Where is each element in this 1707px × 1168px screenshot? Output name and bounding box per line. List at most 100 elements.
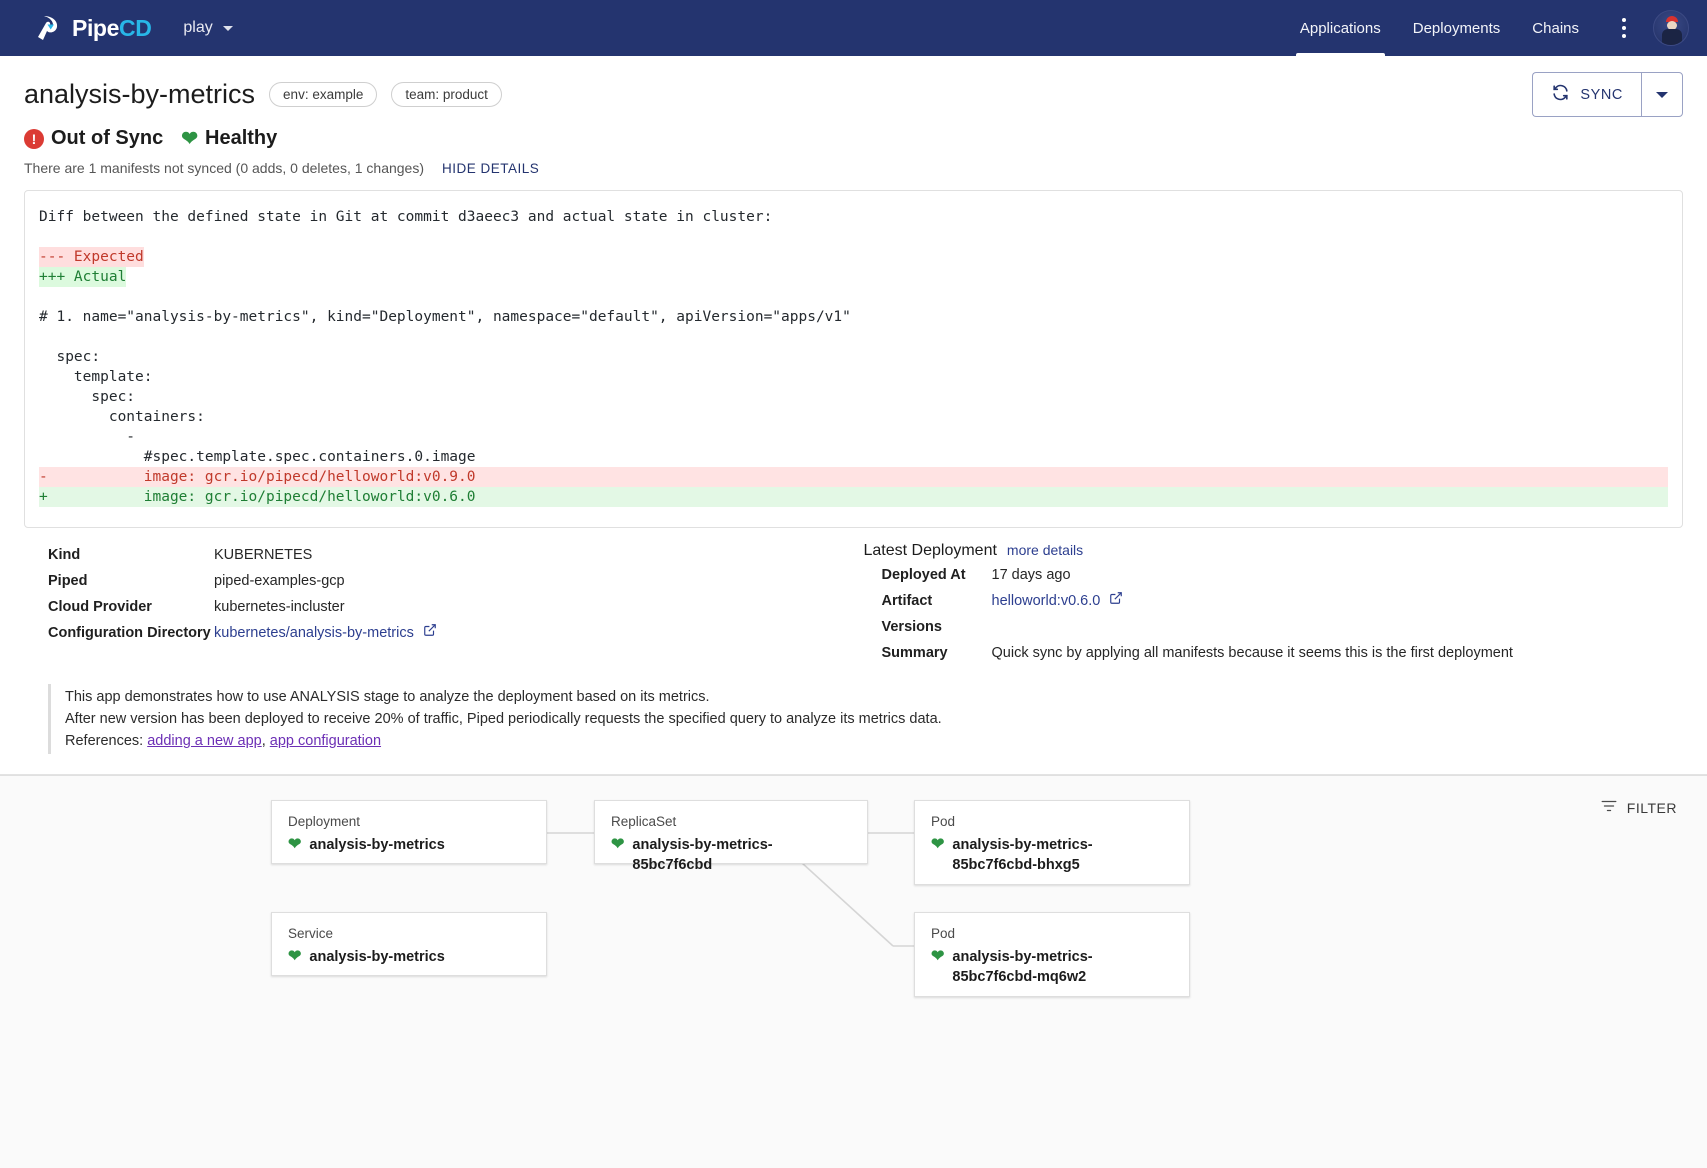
references-label: References: bbox=[65, 733, 147, 749]
node-name: analysis-by-metrics bbox=[309, 947, 444, 967]
logo-text: PipeCD bbox=[72, 15, 151, 42]
project-name: play bbox=[183, 19, 212, 37]
diff-context-line: spec: bbox=[39, 349, 100, 365]
heart-icon: ❤ bbox=[288, 835, 301, 855]
external-link-icon bbox=[1109, 588, 1123, 614]
graph-node-pod-1[interactable]: Pod ❤ analysis-by-metrics-85bc7f6cbd-bhx… bbox=[914, 800, 1190, 885]
error-circle-icon: ! bbox=[24, 129, 44, 149]
graph-node-deployment[interactable]: Deployment ❤ analysis-by-metrics bbox=[271, 800, 547, 864]
nav-item-deployments[interactable]: Deployments bbox=[1397, 0, 1517, 56]
sync-detail-line: There are 1 manifests not synced (0 adds… bbox=[24, 160, 1683, 176]
nav-item-chains[interactable]: Chains bbox=[1516, 0, 1595, 56]
graph-node-replicaset[interactable]: ReplicaSet ❤ analysis-by-metrics-85bc7f6… bbox=[594, 800, 868, 864]
node-kind: Deployment bbox=[288, 814, 530, 829]
page-title: analysis-by-metrics bbox=[24, 79, 255, 110]
health-status: ❤ Healthy bbox=[181, 127, 277, 150]
main-nav: Applications Deployments Chains bbox=[1284, 0, 1689, 56]
meta-label: Piped bbox=[48, 568, 214, 594]
chevron-down-icon bbox=[1656, 92, 1668, 98]
diff-expected-marker: --- Expected bbox=[39, 247, 144, 267]
sync-icon bbox=[1551, 83, 1570, 106]
deployment-label: Artifact Versions bbox=[882, 588, 992, 640]
deployment-row-summary: Summary Quick sync by applying all manif… bbox=[864, 640, 1660, 666]
nav-item-applications[interactable]: Applications bbox=[1284, 0, 1397, 56]
nav-label: Applications bbox=[1300, 20, 1381, 37]
description-line-2: After new version has been deployed to r… bbox=[65, 708, 1659, 730]
heart-icon: ❤ bbox=[931, 947, 944, 987]
sync-options-button[interactable] bbox=[1641, 72, 1683, 117]
application-description: This app demonstrates how to use ANALYSI… bbox=[48, 684, 1659, 754]
application-detail-panel: analysis-by-metrics env: example team: p… bbox=[0, 56, 1707, 775]
node-kind: Pod bbox=[931, 926, 1173, 941]
diff-viewer[interactable]: Diff between the defined state in Git at… bbox=[24, 190, 1683, 528]
node-kind: Pod bbox=[931, 814, 1173, 829]
latest-deployment-header: Latest Deployment more details bbox=[864, 542, 1660, 560]
diff-context-line: #spec.template.spec.containers.0.image bbox=[39, 449, 476, 465]
deployment-row-artifact-versions: Artifact Versions helloworld:v0.6.0 bbox=[864, 588, 1660, 640]
filter-icon bbox=[1600, 797, 1618, 818]
reference-separator: , bbox=[262, 733, 270, 749]
meta-value: kubernetes/analysis-by-metrics bbox=[214, 620, 437, 646]
heart-icon: ❤ bbox=[931, 835, 944, 875]
health-status-label: Healthy bbox=[205, 127, 277, 150]
node-kind: Service bbox=[288, 926, 530, 941]
more-vertical-icon[interactable] bbox=[1609, 8, 1639, 48]
node-name-row: ❤ analysis-by-metrics bbox=[288, 835, 530, 855]
avatar[interactable] bbox=[1653, 10, 1689, 46]
project-selector[interactable]: play bbox=[183, 19, 232, 37]
graph-node-service[interactable]: Service ❤ analysis-by-metrics bbox=[271, 912, 547, 976]
diff-intro: Diff between the defined state in Git at… bbox=[39, 209, 772, 225]
node-name: analysis-by-metrics-85bc7f6cbd bbox=[632, 835, 851, 875]
deployment-value: 17 days ago bbox=[992, 562, 1071, 588]
reference-link-adding-a-new-app[interactable]: adding a new app bbox=[147, 733, 262, 749]
chip-env: env: example bbox=[269, 82, 377, 107]
node-name: analysis-by-metrics bbox=[309, 835, 444, 855]
external-link-icon bbox=[423, 620, 437, 646]
sync-button[interactable]: SYNC bbox=[1532, 72, 1641, 117]
diff-manifest-header: # 1. name="analysis-by-metrics", kind="D… bbox=[39, 309, 851, 325]
meta-label: Cloud Provider bbox=[48, 594, 214, 620]
node-name-row: ❤ analysis-by-metrics-85bc7f6cbd-bhxg5 bbox=[931, 835, 1173, 875]
sync-status-label: Out of Sync bbox=[51, 127, 163, 150]
panel-footer-spacer bbox=[24, 754, 1683, 774]
deployment-value: Quick sync by applying all manifests bec… bbox=[992, 640, 1513, 666]
node-name-row: ❤ analysis-by-metrics bbox=[288, 947, 530, 967]
application-metadata: Kind KUBERNETES Piped piped-examples-gcp… bbox=[48, 542, 840, 666]
artifact-version-link[interactable]: helloworld:v0.6.0 bbox=[992, 593, 1101, 609]
filter-button[interactable]: FILTER bbox=[1592, 791, 1685, 824]
app-logo[interactable]: PipeCD bbox=[34, 13, 151, 43]
deployment-label: Summary bbox=[882, 640, 992, 666]
heart-icon: ❤ bbox=[288, 947, 301, 967]
latest-deployment-title: Latest Deployment bbox=[864, 542, 997, 560]
status-row: ! Out of Sync ❤ Healthy bbox=[24, 127, 1683, 150]
logo-text-pipe: Pipe bbox=[72, 15, 119, 41]
hide-details-button[interactable]: HIDE DETAILS bbox=[442, 161, 539, 176]
diff-context-line: template: bbox=[39, 369, 153, 385]
deployment-row-deployed-at: Deployed At 17 days ago bbox=[864, 562, 1660, 588]
more-details-link[interactable]: more details bbox=[1007, 542, 1083, 558]
deployment-label: Deployed At bbox=[882, 562, 992, 588]
filter-label: FILTER bbox=[1627, 800, 1677, 816]
diff-actual-marker: +++ Actual bbox=[39, 267, 126, 287]
sync-status: ! Out of Sync bbox=[24, 127, 163, 150]
configuration-directory-link[interactable]: kubernetes/analysis-by-metrics bbox=[214, 625, 414, 641]
diff-removed-line: - image: gcr.io/pipecd/helloworld:v0.9.0 bbox=[39, 467, 1668, 487]
meta-label: Kind bbox=[48, 542, 214, 568]
pipecd-logo-icon bbox=[34, 13, 64, 43]
meta-value: piped-examples-gcp bbox=[214, 568, 345, 594]
reference-link-app-configuration[interactable]: app configuration bbox=[270, 733, 381, 749]
heart-icon: ❤ bbox=[611, 835, 624, 875]
node-name-row: ❤ analysis-by-metrics-85bc7f6cbd bbox=[611, 835, 851, 875]
chevron-down-icon bbox=[223, 26, 233, 31]
meta-value: KUBERNETES bbox=[214, 542, 312, 568]
nav-label: Deployments bbox=[1413, 20, 1501, 37]
node-kind: ReplicaSet bbox=[611, 814, 851, 829]
diff-context-line: - bbox=[39, 429, 135, 445]
node-name: analysis-by-metrics-85bc7f6cbd-mq6w2 bbox=[952, 947, 1173, 987]
meta-row-configuration-directory: Configuration Directory kubernetes/analy… bbox=[48, 620, 840, 646]
title-row: analysis-by-metrics env: example team: p… bbox=[24, 72, 1683, 117]
graph-node-pod-2[interactable]: Pod ❤ analysis-by-metrics-85bc7f6cbd-mq6… bbox=[914, 912, 1190, 997]
sync-button-label: SYNC bbox=[1580, 87, 1623, 103]
nav-label: Chains bbox=[1532, 20, 1579, 37]
heart-icon: ❤ bbox=[181, 129, 198, 149]
